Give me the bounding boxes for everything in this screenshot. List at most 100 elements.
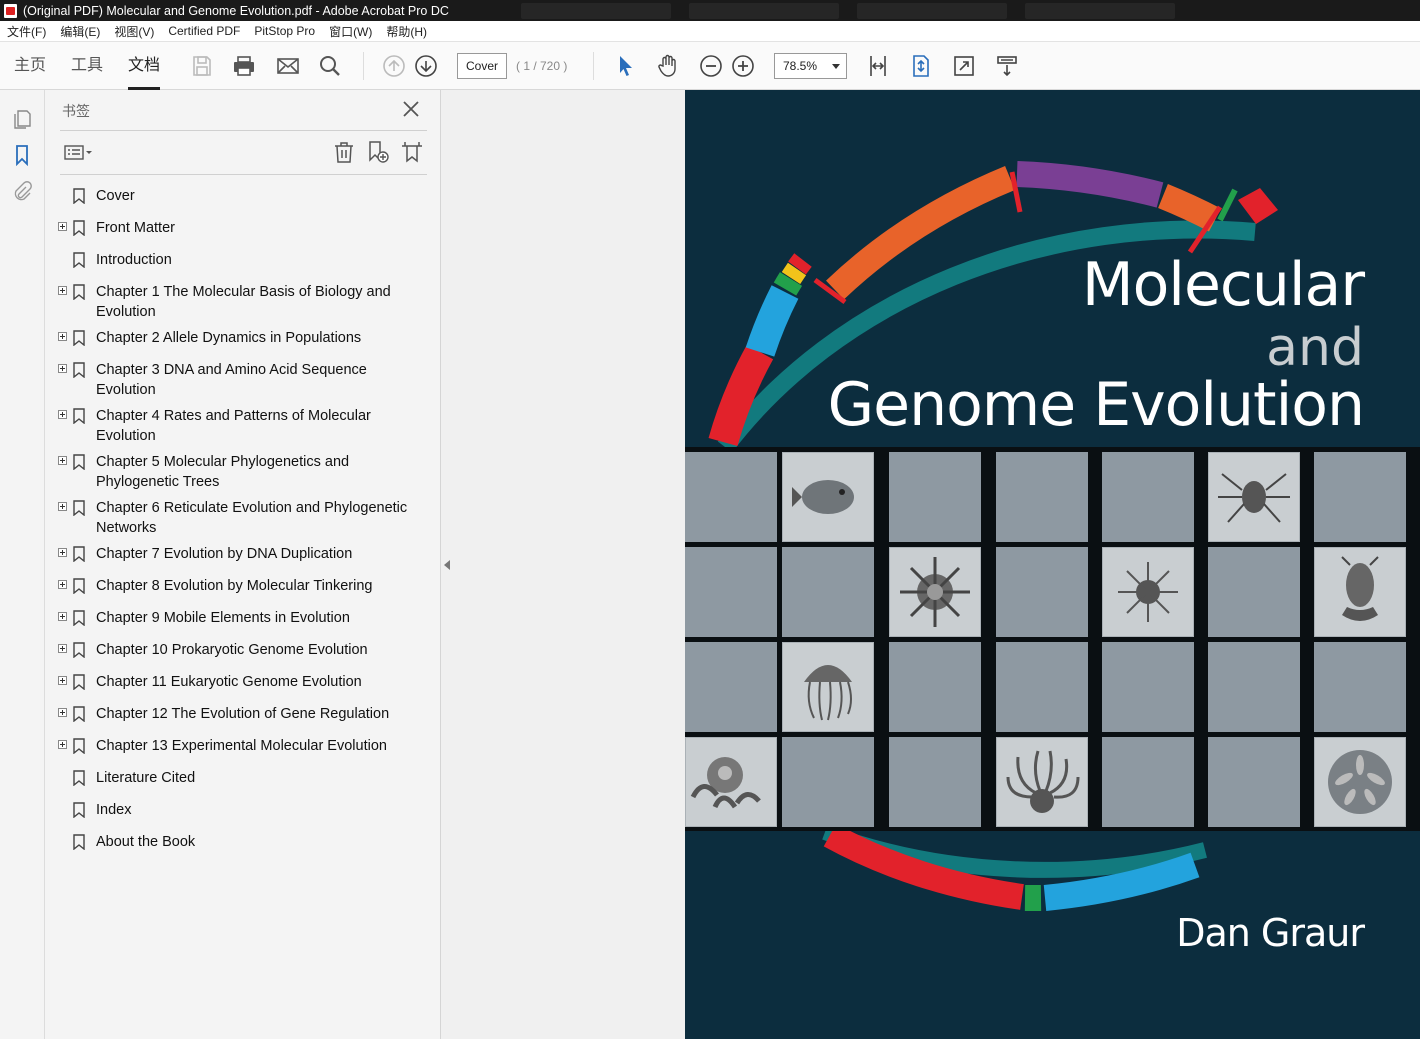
cover-title-line3: Genome Evolution — [827, 370, 1365, 440]
search-icon[interactable] — [318, 54, 342, 78]
bookmark-ribbon-icon — [73, 834, 85, 851]
octopus-illustration — [996, 737, 1088, 827]
nav-document[interactable]: 文档 — [128, 42, 161, 90]
grid-tile — [1102, 452, 1194, 542]
expand-plus-icon[interactable] — [58, 364, 67, 373]
save-icon[interactable] — [190, 54, 214, 78]
bookmark-ribbon-icon — [73, 802, 85, 819]
expand-plus-icon[interactable] — [58, 286, 67, 295]
expand-plus-icon[interactable] — [58, 708, 67, 717]
bookmark-label: Chapter 4 Rates and Patterns of Molecula… — [96, 408, 371, 444]
bookmark-label: Chapter 5 Molecular Phylogenetics and Ph… — [96, 454, 350, 490]
bookmark-label: Literature Cited — [96, 770, 196, 786]
sea-anemone-illustration — [685, 737, 777, 827]
bookmark-label: About the Book — [96, 834, 196, 850]
nav-home[interactable]: 主页 — [14, 42, 46, 90]
menu-certified-pdf[interactable]: Certified PDF — [168, 24, 240, 38]
bookmark-options-icon[interactable] — [63, 140, 95, 164]
grid-tile — [996, 452, 1088, 542]
radiolarian-illustration — [889, 547, 981, 637]
menu-pitstop-pro[interactable]: PitStop Pro — [254, 24, 315, 38]
bookmark-ribbon-icon — [73, 362, 85, 379]
expand-plus-icon[interactable] — [58, 580, 67, 589]
expand-plus-icon[interactable] — [58, 676, 67, 685]
cover-author: Dan Graur — [1176, 911, 1365, 955]
sand-dollar-illustration — [1314, 737, 1406, 827]
expand-plus-icon[interactable] — [58, 740, 67, 749]
delete-bookmark-icon[interactable] — [332, 140, 356, 164]
sea-star-radiolarian-illustration — [1102, 547, 1194, 637]
bookmark-ribbon-icon — [73, 578, 85, 595]
expand-bookmark-icon[interactable] — [400, 140, 424, 164]
expand-plus-icon[interactable] — [58, 222, 67, 231]
bookmarks-panel: 书签 Cover Front Matter Introduction Chapter … — [45, 90, 441, 1039]
bookmark-ribbon-icon — [73, 330, 85, 347]
grid-tile — [996, 547, 1088, 637]
menu-view[interactable]: 视图(V) — [114, 23, 154, 40]
background-window-tab[interactable] — [857, 2, 1007, 19]
bookmark-label: Chapter 11 Eukaryotic Genome Evolution — [96, 674, 362, 690]
bookmark-label: Chapter 1 The Molecular Basis of Biology… — [96, 284, 391, 320]
spider-illustration — [1208, 452, 1300, 542]
page-number-input[interactable]: Cover — [457, 53, 507, 79]
menu-window[interactable]: 窗口(W) — [329, 23, 372, 40]
fit-page-icon[interactable] — [909, 54, 933, 78]
email-icon[interactable] — [276, 54, 300, 78]
expand-plus-icon[interactable] — [58, 612, 67, 621]
grid-tile — [685, 547, 777, 637]
next-page-icon[interactable] — [414, 54, 438, 78]
collapse-panel-icon[interactable] — [444, 560, 450, 570]
bookmark-ribbon-icon — [73, 284, 85, 301]
page-count: ( 1 / 720 ) — [516, 59, 568, 73]
crustacean-larva-illustration — [1314, 547, 1406, 637]
background-window-tab[interactable] — [521, 2, 671, 19]
background-window-tab[interactable] — [689, 2, 839, 19]
menu-bar: 文件(F) 编辑(E) 视图(V) Certified PDF PitStop … — [0, 21, 1420, 42]
pages-icon[interactable] — [11, 108, 33, 130]
expand-plus-icon[interactable] — [58, 548, 67, 557]
expand-plus-icon[interactable] — [58, 456, 67, 465]
menu-file[interactable]: 文件(F) — [7, 23, 46, 40]
print-icon[interactable] — [232, 54, 256, 78]
close-icon[interactable] — [402, 100, 420, 118]
bookmark-ribbon-icon — [73, 770, 85, 787]
bookmark-label: Chapter 2 Allele Dynamics in Populations — [96, 330, 362, 346]
bookmark-ribbon-icon — [73, 738, 85, 755]
grid-tile — [1208, 737, 1300, 827]
zoom-select[interactable]: 78.5% — [774, 53, 847, 79]
pdf-cover-page: Molecular and Genome Evolution Dan Graur — [685, 90, 1420, 1039]
bookmark-label: Introduction — [96, 252, 172, 268]
navigation-rail — [0, 90, 45, 1039]
expand-plus-icon[interactable] — [58, 410, 67, 419]
bookmark-label: Index — [96, 802, 132, 818]
background-window-tab[interactable] — [1025, 2, 1175, 19]
bookmark-label: Chapter 10 Prokaryotic Genome Evolution — [96, 642, 368, 658]
full-screen-icon[interactable] — [952, 54, 976, 78]
main-toolbar: 主页 工具 文档 — [0, 42, 1420, 90]
toolbar-divider — [363, 52, 364, 80]
previous-page-icon[interactable] — [382, 54, 406, 78]
select-cursor-icon[interactable] — [614, 54, 638, 78]
acrobat-app-icon — [4, 3, 17, 18]
expand-plus-icon[interactable] — [58, 332, 67, 341]
menu-help[interactable]: 帮助(H) — [386, 23, 427, 40]
title-bar: (Original PDF) Molecular and Genome Evol… — [0, 0, 1420, 21]
bookmark-icon[interactable] — [11, 144, 33, 167]
bookmark-label: Chapter 3 DNA and Amino Acid Sequence Ev… — [96, 362, 367, 398]
nav-tools[interactable]: 工具 — [71, 42, 103, 90]
zoom-in-icon[interactable] — [731, 54, 755, 78]
fit-width-icon[interactable] — [866, 54, 890, 78]
new-bookmark-icon[interactable] — [366, 140, 390, 164]
chevron-down-icon[interactable] — [832, 64, 840, 69]
attachment-icon[interactable] — [11, 180, 33, 202]
hand-tool-icon[interactable] — [656, 54, 680, 78]
scroll-mode-icon[interactable] — [995, 54, 1019, 78]
panel-title: 书签 — [62, 103, 90, 119]
zoom-out-icon[interactable] — [699, 54, 723, 78]
expand-plus-icon[interactable] — [58, 502, 67, 511]
bookmark-ribbon-icon — [73, 408, 85, 425]
expand-plus-icon[interactable] — [58, 644, 67, 653]
toolbar-divider — [593, 52, 594, 80]
menu-edit[interactable]: 编辑(E) — [60, 23, 100, 40]
grid-tile — [1314, 642, 1406, 732]
